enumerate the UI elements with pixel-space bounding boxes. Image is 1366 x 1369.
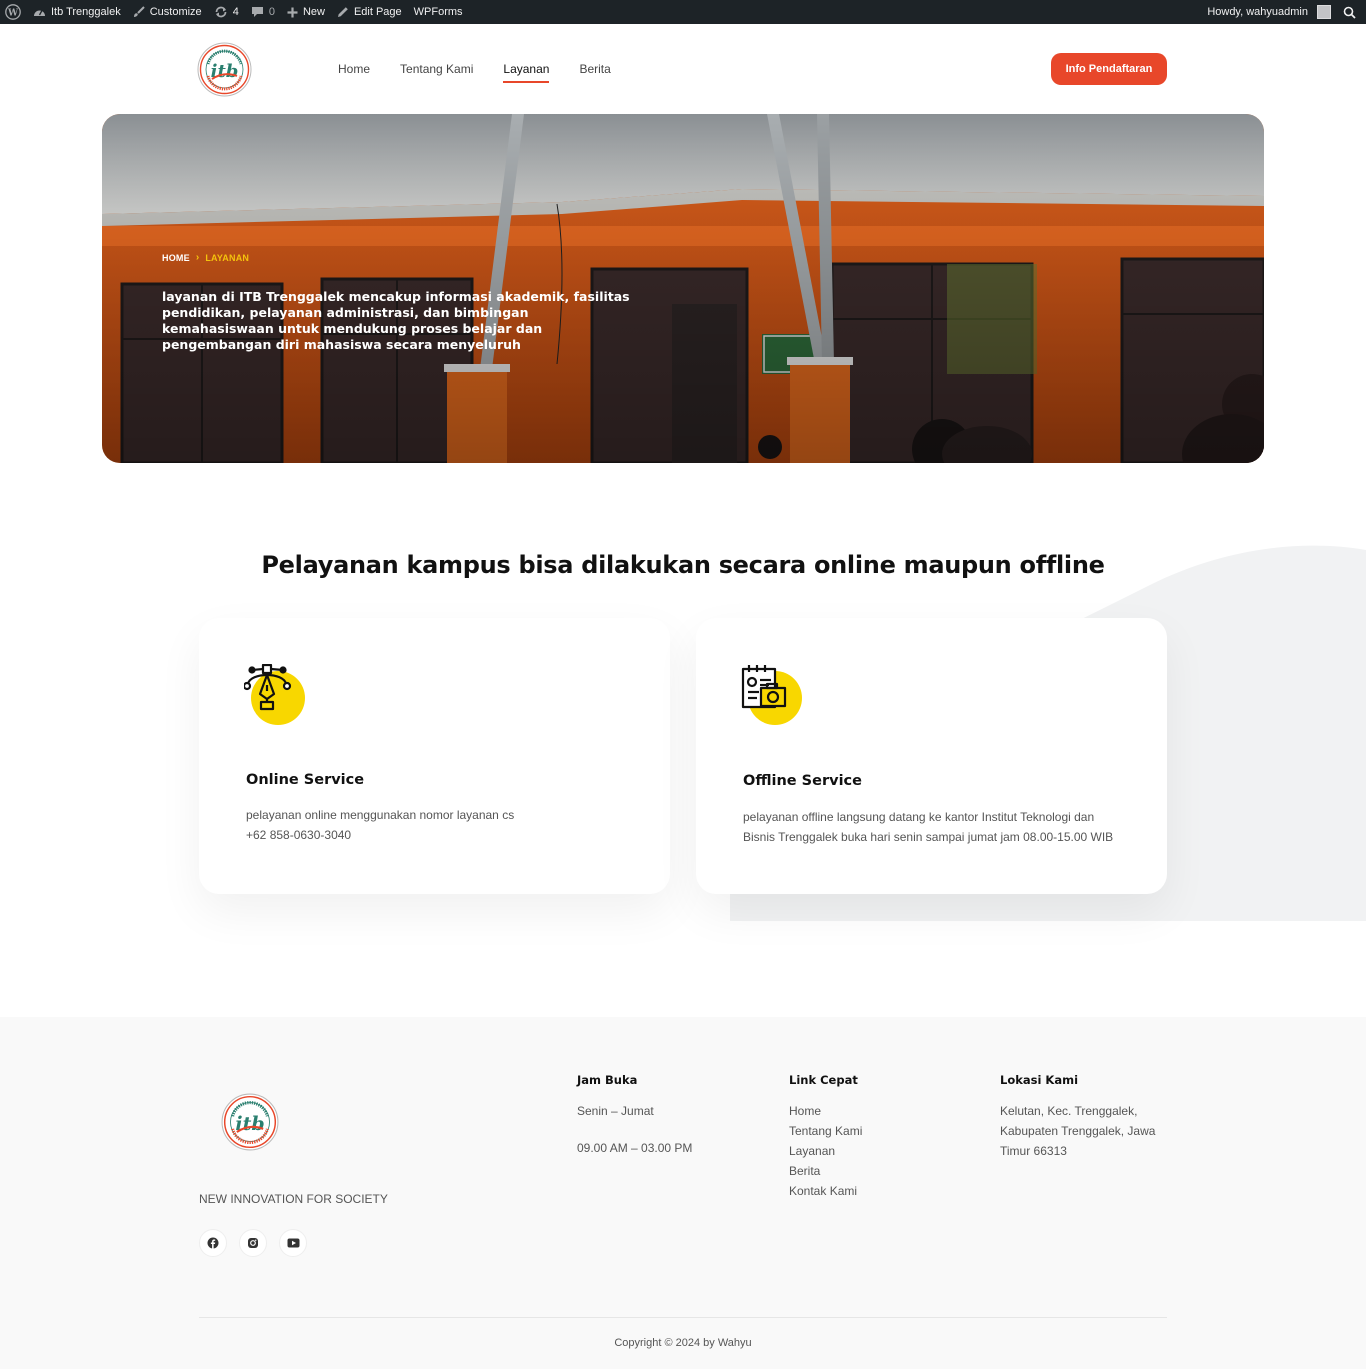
itb-logo-icon: itb: [221, 1093, 279, 1151]
services-heading: Pelayanan kampus bisa dilakukan secara o…: [261, 551, 1105, 579]
nav-home[interactable]: Home: [338, 62, 370, 83]
pencil-icon: [337, 7, 348, 17]
breadcrumb-home[interactable]: HOME: [162, 253, 190, 263]
pen-tool-icon: [242, 663, 306, 726]
site-name-label: Itb Trenggalek: [51, 6, 121, 18]
admin-wpforms[interactable]: WPForms: [408, 0, 469, 24]
footer-link-home[interactable]: Home: [789, 1101, 862, 1121]
dashboard-icon: [34, 10, 45, 16]
admin-search[interactable]: [1337, 0, 1366, 24]
calendar-camera-icon: [741, 664, 803, 726]
customize-label: Customize: [149, 6, 202, 18]
hours-time: 09.00 AM – 03.00 PM: [577, 1141, 693, 1155]
footer-link-tentang-kami[interactable]: Tentang Kami: [789, 1121, 862, 1141]
instagram-icon[interactable]: [239, 1229, 267, 1257]
location-heading: Lokasi Kami: [1000, 1073, 1079, 1087]
brush-icon: [133, 6, 145, 17]
avatar: [1317, 5, 1331, 19]
hero-description: layanan di ITB Trenggalek mencakup infor…: [162, 289, 630, 352]
hours-days: Senin – Jumat: [577, 1104, 654, 1118]
facebook-icon[interactable]: [199, 1229, 227, 1257]
svg-text:itb: itb: [235, 1113, 264, 1135]
location-line-1: Kelutan, Kec. Trenggalek,: [1000, 1104, 1138, 1118]
footer-link-berita[interactable]: Berita: [789, 1161, 862, 1181]
admin-site-name[interactable]: Itb Trenggalek: [27, 0, 127, 24]
admin-customize[interactable]: Customize: [127, 0, 208, 24]
nav-berita[interactable]: Berita: [579, 62, 610, 83]
online-service-line-1: pelayanan online menggunakan nomor layan…: [246, 808, 515, 822]
comments-count: 0: [268, 6, 275, 18]
admin-account[interactable]: Howdy, wahyuadmin: [1201, 0, 1337, 24]
footer-location: Lokasi Kami Kelutan, Kec. Trenggalek, Ka…: [1000, 1073, 1155, 1161]
nav-tentang-kami[interactable]: Tentang Kami: [400, 62, 473, 83]
copyright-text: Copyright © 2024 by Wahyu: [614, 1337, 752, 1349]
hero-banner: HOME › LAYANAN layanan di ITB Trenggalek…: [102, 114, 1264, 463]
info-pendaftaran-button[interactable]: Info Pendaftaran: [1051, 53, 1167, 85]
plus-icon: [287, 7, 298, 17]
footer-divider: [199, 1317, 1167, 1318]
online-service-card: Online Service pelayanan online mengguna…: [199, 618, 670, 894]
site-footer: itb NEW INNOVATION FOR SOCIETY Jam Buka …: [0, 1017, 1366, 1369]
quick-links-heading: Link Cepat: [789, 1073, 858, 1087]
location-line-3: Timur 66313: [1000, 1144, 1067, 1158]
chevron-right-icon: ›: [195, 252, 200, 263]
comment-icon: [251, 7, 263, 17]
new-label: New: [302, 6, 325, 18]
offline-service-card: Offline Service pelayanan offline langsu…: [696, 618, 1167, 894]
svg-text:W: W: [7, 9, 19, 19]
online-service-phone: +62 858-0630-3040: [246, 827, 352, 842]
footer-hours: Jam Buka Senin – Jumat 09.00 AM – 03.00 …: [577, 1073, 692, 1158]
search-icon: [1343, 6, 1356, 19]
itb-logo-icon: itb: [197, 42, 252, 97]
online-service-title: Online Service: [246, 772, 365, 788]
offline-service-line-2: Bisnis Trenggalek buka hari senin sampai…: [743, 829, 1114, 844]
admin-new[interactable]: New: [281, 0, 331, 24]
footer-logo[interactable]: itb: [221, 1093, 279, 1151]
footer-link-layanan[interactable]: Layanan: [789, 1141, 862, 1161]
online-service-description: pelayanan online menggunakan nomor layan…: [246, 806, 626, 845]
admin-comments[interactable]: 0: [245, 0, 281, 24]
wpforms-label: WPForms: [413, 6, 463, 18]
footer-quick-links: Link Cepat Home Tentang Kami Layanan Ber…: [789, 1073, 862, 1201]
nav-layanan[interactable]: Layanan: [503, 62, 550, 83]
breadcrumb: HOME › LAYANAN: [162, 252, 249, 263]
offline-service-title: Offline Service: [743, 773, 862, 789]
offline-service-description: pelayanan offline langsung datang ke kan…: [743, 808, 1143, 847]
updates-count: 4: [232, 6, 239, 18]
updates-icon: [215, 6, 227, 18]
main-nav: Home Tentang Kami Layanan Berita: [338, 62, 641, 83]
breadcrumb-current: LAYANAN: [205, 252, 250, 263]
wordpress-logo-icon[interactable]: W: [0, 0, 27, 24]
footer-link-kontak-kami[interactable]: Kontak Kami: [789, 1181, 862, 1201]
svg-text:itb: itb: [211, 61, 239, 82]
howdy-label: Howdy, wahyuadmin: [1207, 6, 1308, 18]
site-header: itb Home Tentang Kami Layanan Berita Inf…: [0, 24, 1366, 114]
admin-bar: W Itb Trenggalek Customize 4 0 New Edit …: [0, 0, 1366, 24]
edit-page-label: Edit Page: [353, 6, 402, 18]
youtube-icon[interactable]: [279, 1229, 307, 1257]
admin-updates[interactable]: 4: [208, 0, 245, 24]
admin-edit-page[interactable]: Edit Page: [331, 0, 408, 24]
social-links: [199, 1229, 307, 1257]
hours-heading: Jam Buka: [577, 1073, 638, 1087]
footer-tagline: NEW INNOVATION FOR SOCIETY: [199, 1192, 388, 1206]
offline-service-line-1: pelayanan offline langsung datang ke kan…: [743, 810, 1095, 824]
location-line-2: Kabupaten Trenggalek, Jawa: [1000, 1124, 1156, 1138]
site-logo[interactable]: itb: [197, 42, 252, 97]
